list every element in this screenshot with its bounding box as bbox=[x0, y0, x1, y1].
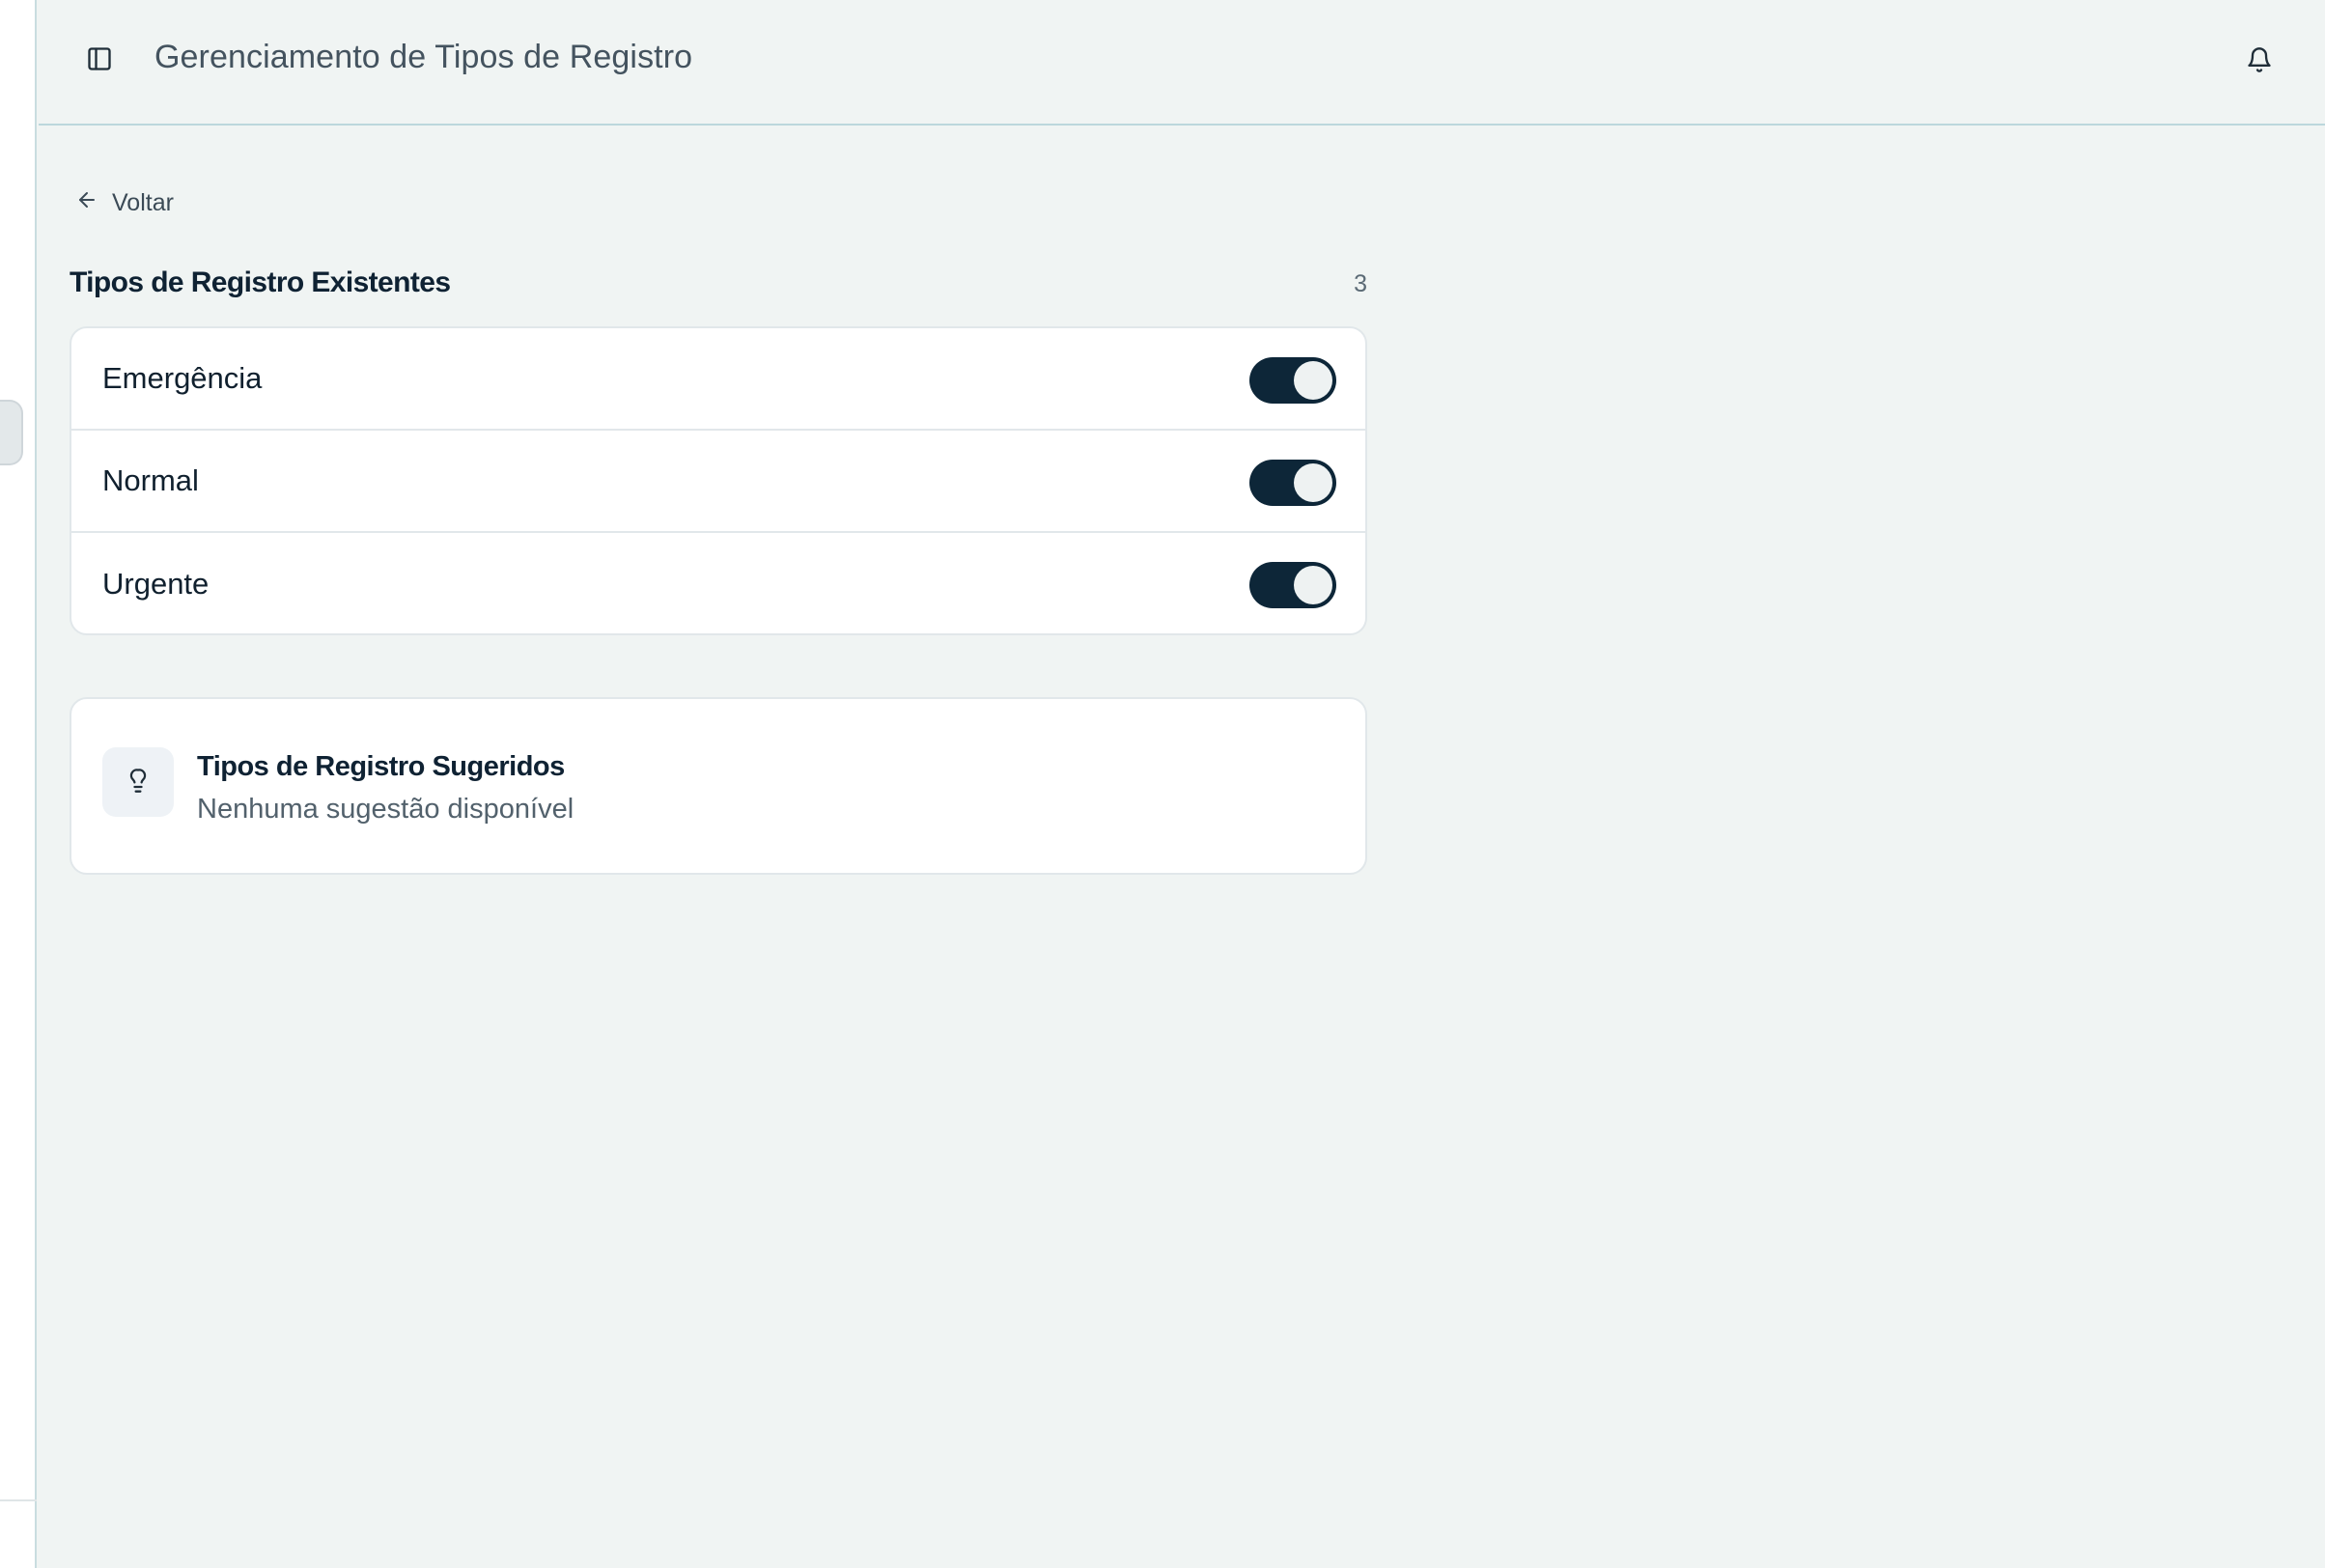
list-item-label: Emergência bbox=[102, 361, 263, 395]
existing-section-title: Tipos de Registro Existentes bbox=[70, 266, 451, 298]
toggle-switch-urgente[interactable] bbox=[1249, 562, 1336, 608]
toggle-switch-emergencia[interactable] bbox=[1249, 357, 1336, 404]
sidebar-divider bbox=[0, 1499, 37, 1501]
list-item: Emergência bbox=[71, 328, 1365, 431]
toggle-knob bbox=[1294, 361, 1332, 400]
panel-left-icon bbox=[86, 45, 113, 77]
back-link[interactable]: Voltar bbox=[75, 183, 174, 222]
existing-count: 3 bbox=[1354, 270, 1367, 297]
sidebar-toggle-button[interactable] bbox=[75, 31, 124, 91]
toggle-switch-normal[interactable] bbox=[1249, 460, 1336, 506]
toggle-knob bbox=[1294, 566, 1332, 604]
sidebar-collapsed bbox=[0, 0, 37, 1568]
existing-types-list: Emergência Normal Urgente bbox=[70, 326, 1367, 635]
list-item: Urgente bbox=[71, 533, 1365, 635]
suggested-section-title: Tipos de Registro Sugeridos bbox=[197, 751, 565, 782]
app-root: Gerenciamento de Tipos de Registro Volta… bbox=[0, 0, 2325, 1568]
notifications-button[interactable] bbox=[2236, 39, 2283, 85]
back-label: Voltar bbox=[112, 188, 174, 216]
list-item-label: Urgente bbox=[102, 567, 210, 601]
top-header: Gerenciamento de Tipos de Registro bbox=[39, 0, 2325, 126]
suggested-types-card: Tipos de Registro Sugeridos Nenhuma suge… bbox=[70, 697, 1367, 875]
lightbulb-icon bbox=[125, 767, 152, 798]
toggle-knob bbox=[1294, 463, 1332, 502]
sidebar-item-active-indicator[interactable] bbox=[0, 400, 23, 465]
arrow-left-icon bbox=[75, 188, 98, 218]
list-item-label: Normal bbox=[102, 463, 199, 497]
suggestion-icon-box bbox=[102, 747, 174, 817]
empty-state-message: Nenhuma sugestão disponível bbox=[197, 794, 574, 825]
list-item: Normal bbox=[71, 431, 1365, 533]
bell-icon bbox=[2246, 46, 2273, 78]
page-title: Gerenciamento de Tipos de Registro bbox=[154, 39, 693, 75]
